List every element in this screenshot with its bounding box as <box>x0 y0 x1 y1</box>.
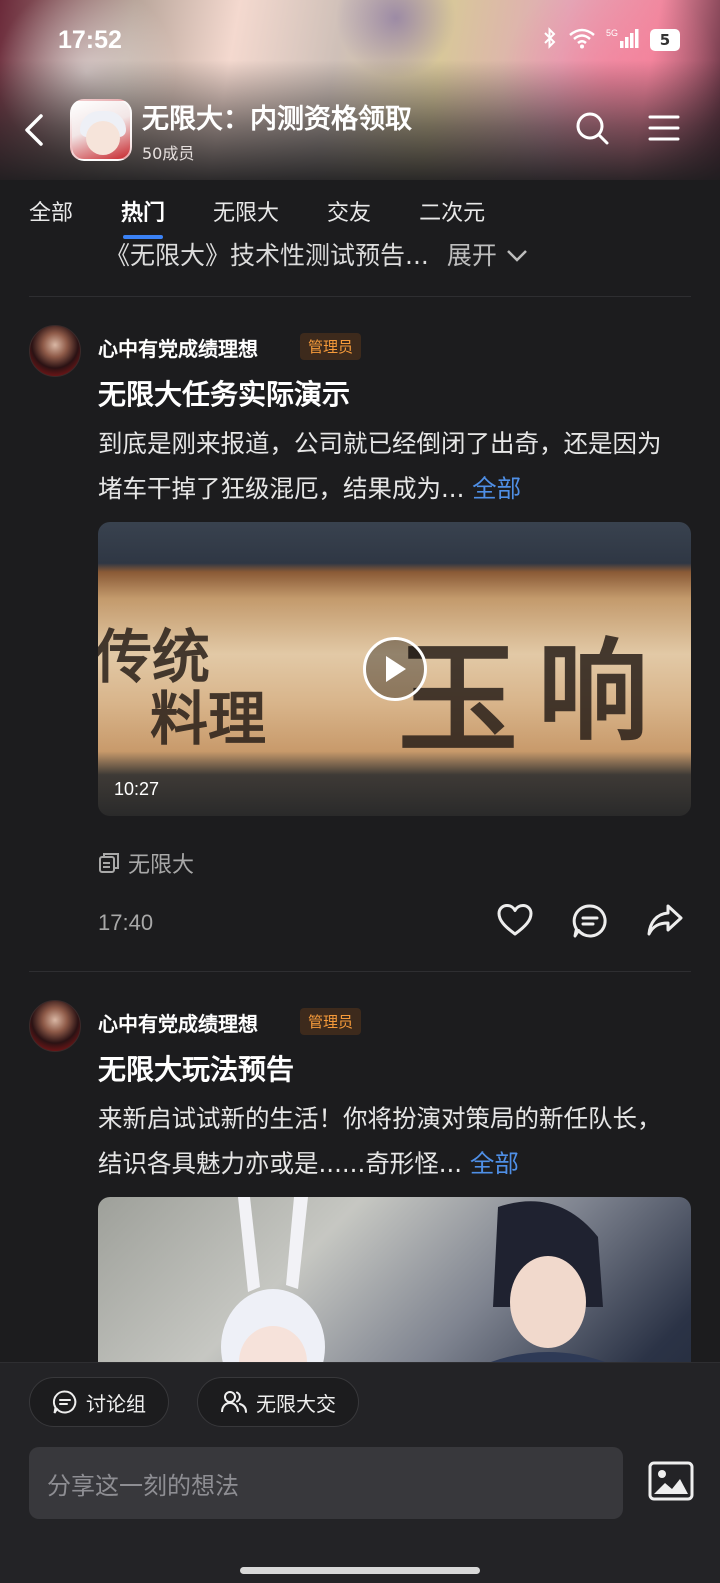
friends-chip[interactable]: 无限大交 <box>197 1377 359 1427</box>
post-title[interactable]: 无限大玩法预告 <box>98 1048 294 1088</box>
post-body-text: 来新启试试新的生活！你将扮演对策局的新任队长，结识各具魅力亦或是......奇形… <box>98 1104 662 1178</box>
topic-tag[interactable]: 无限大 <box>98 847 194 879</box>
like-icon[interactable] <box>496 903 534 943</box>
group-avatar[interactable] <box>70 99 132 161</box>
status-icons: 5G 5 <box>542 26 680 54</box>
author-name[interactable]: 心中有党成绩理想 <box>98 1008 258 1037</box>
tab-all[interactable]: 全部 <box>29 195 73 227</box>
discussion-group-chip[interactable]: 讨论组 <box>29 1377 169 1427</box>
video-duration: 10:27 <box>114 779 160 799</box>
expand-button[interactable]: 展开 <box>447 242 529 270</box>
bottom-bar: 讨论组 无限大交 分享这一刻的想法 <box>0 1362 720 1583</box>
chevron-left-icon <box>25 114 43 146</box>
video-art <box>221 1197 605 1362</box>
chevron-down-icon <box>506 250 527 262</box>
play-button[interactable] <box>362 637 427 701</box>
svg-text:5G: 5G <box>606 28 618 38</box>
post-feed[interactable]: 《无限大》技术性测试预告... 展开 心中有党成绩理想 管理员 无限大任务实际演示… <box>0 242 720 1362</box>
menu-icon[interactable] <box>648 114 680 146</box>
tab-bar: 全部 热门 无限大 交友 二次元 <box>0 180 720 242</box>
signal-icon: 5G <box>606 27 640 54</box>
image-icon[interactable] <box>648 1461 694 1501</box>
admin-badge: 管理员 <box>300 1008 362 1035</box>
post-title[interactable]: 无限大任务实际演示 <box>98 373 350 413</box>
compose-input[interactable]: 分享这一刻的想法 <box>29 1447 623 1519</box>
title-actions <box>574 110 680 150</box>
author-avatar[interactable] <box>29 1000 81 1052</box>
people-icon <box>221 1391 247 1413</box>
search-icon[interactable] <box>574 110 610 150</box>
back-button[interactable] <box>0 95 70 165</box>
read-more-link[interactable]: 全部 <box>470 1149 519 1178</box>
title-bar: 无限大：内测资格领取 50成员 <box>0 90 720 170</box>
post-time: 17:40 <box>98 910 154 935</box>
tab-hot[interactable]: 热门 <box>121 195 165 239</box>
post-body[interactable]: 来新启试试新的生活！你将扮演对策局的新任队长，结识各具魅力亦或是......奇形… <box>98 1096 678 1186</box>
member-count: 50成员 <box>142 143 195 163</box>
chat-icon <box>52 1390 77 1414</box>
author-name[interactable]: 心中有党成绩理想 <box>98 333 258 362</box>
chip-label: 无限大交 <box>256 1391 336 1416</box>
post-body[interactable]: 到底是刚来报道，公司就已经倒闭了出奇，还是因为堵车干掉了狂级混厄，结果成为...… <box>98 421 678 511</box>
comment-icon[interactable] <box>572 903 608 943</box>
status-time: 17:52 <box>58 25 122 54</box>
group-title: 无限大：内测资格领取 <box>142 103 412 135</box>
share-icon[interactable] <box>646 903 684 943</box>
video-thumbnail[interactable]: 传统 料理 玉 响 10:27 <box>98 522 691 816</box>
read-more-link[interactable]: 全部 <box>472 474 521 503</box>
post-body-text: 到底是刚来报道，公司就已经倒闭了出奇，还是因为堵车干掉了狂级混厄，结果成为... <box>98 429 662 503</box>
play-icon <box>385 656 406 682</box>
topic-label: 无限大 <box>128 853 195 878</box>
post-actions <box>496 903 684 943</box>
group-title-block[interactable]: 无限大：内测资格领取 50成员 <box>142 97 412 164</box>
author-avatar[interactable] <box>29 325 81 377</box>
compose-placeholder: 分享这一刻的想法 <box>47 1471 239 1500</box>
divider <box>29 971 691 972</box>
topic-icon <box>99 853 119 873</box>
previous-post-snippet[interactable]: 《无限大》技术性测试预告... 展开 <box>105 242 529 272</box>
tab-friends[interactable]: 交友 <box>327 195 371 227</box>
divider <box>29 296 691 297</box>
previous-post-text: 《无限大》技术性测试预告... <box>105 242 429 270</box>
home-indicator <box>240 1567 480 1574</box>
tab-anime[interactable]: 二次元 <box>419 195 485 227</box>
wifi-icon <box>568 27 596 54</box>
status-bar: 17:52 5G 5 <box>58 22 680 58</box>
battery-icon: 5 <box>650 29 680 51</box>
tab-wuxianda[interactable]: 无限大 <box>213 195 279 227</box>
bluetooth-icon <box>542 26 558 54</box>
chip-label: 讨论组 <box>86 1391 146 1416</box>
video-thumbnail[interactable] <box>98 1197 691 1362</box>
admin-badge: 管理员 <box>300 333 362 360</box>
